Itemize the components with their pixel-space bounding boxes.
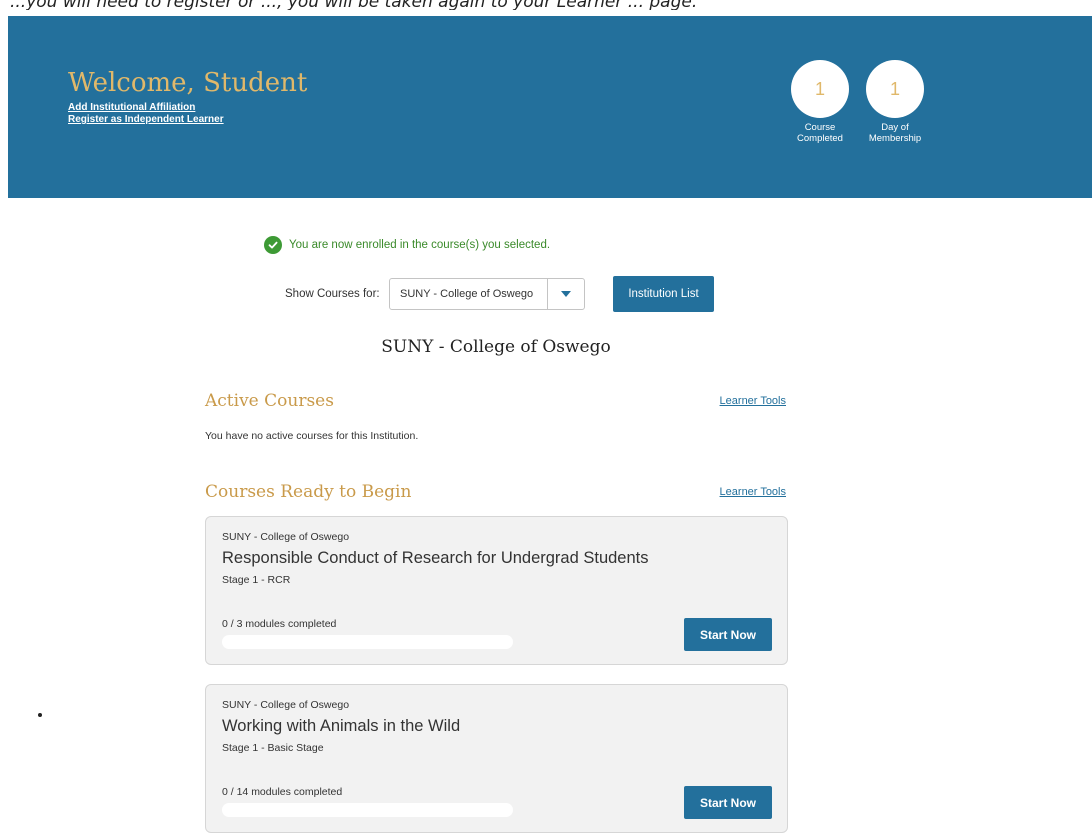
course-progress-bar bbox=[222, 635, 513, 649]
course-card: SUNY - College of Oswego Responsible Con… bbox=[205, 516, 788, 665]
no-active-courses-message: You have no active courses for this Inst… bbox=[205, 430, 419, 442]
days-membership-stat: 1 Day of Membership bbox=[863, 60, 927, 144]
institution-select-value: SUNY - College of Oswego bbox=[400, 288, 534, 300]
course-stage: Stage 1 - Basic Stage bbox=[222, 742, 324, 754]
active-courses-title: Active Courses bbox=[205, 391, 334, 411]
institution-select[interactable]: SUNY - College of Oswego bbox=[389, 278, 585, 310]
course-progress-text: 0 / 14 modules completed bbox=[222, 786, 343, 798]
courses-completed-label: Course Completed bbox=[797, 122, 843, 144]
enrollment-notice-text: You are now enrolled in the course(s) yo… bbox=[289, 239, 551, 251]
ready-learner-tools-link[interactable]: Learner Tools bbox=[720, 486, 786, 498]
course-progress-text: 0 / 3 modules completed bbox=[222, 618, 337, 630]
course-stage: Stage 1 - RCR bbox=[222, 574, 291, 586]
course-title: Responsible Conduct of Research for Unde… bbox=[222, 549, 649, 567]
courses-completed-stat: 1 Course Completed bbox=[788, 60, 852, 144]
welcome-header: Welcome, Student Add Institutional Affil… bbox=[8, 16, 1092, 198]
check-circle-icon bbox=[264, 236, 282, 254]
course-institution: SUNY - College of Oswego bbox=[222, 531, 350, 543]
courses-completed-count: 1 bbox=[791, 60, 849, 118]
show-courses-label: Show Courses for: bbox=[285, 288, 380, 300]
stray-dot bbox=[38, 713, 42, 717]
start-now-button[interactable]: Start Now bbox=[684, 786, 772, 819]
courses-ready-title: Courses Ready to Begin bbox=[205, 482, 412, 502]
start-now-button[interactable]: Start Now bbox=[684, 618, 772, 651]
top-note-text: ...you will need to register or ..., you… bbox=[10, 0, 698, 10]
chevron-down-icon[interactable] bbox=[547, 279, 584, 309]
days-membership-count: 1 bbox=[866, 60, 924, 118]
course-institution: SUNY - College of Oswego bbox=[222, 699, 350, 711]
days-membership-label: Day of Membership bbox=[868, 122, 922, 144]
welcome-title: Welcome, Student bbox=[68, 68, 308, 98]
institution-title: SUNY - College of Oswego bbox=[381, 337, 611, 357]
institution-list-button[interactable]: Institution List bbox=[613, 276, 714, 312]
register-independent-learner-link[interactable]: Register as Independent Learner bbox=[68, 114, 224, 125]
active-learner-tools-link[interactable]: Learner Tools bbox=[720, 395, 786, 407]
enrollment-notice: You are now enrolled in the course(s) yo… bbox=[264, 236, 550, 254]
add-institutional-affiliation-link[interactable]: Add Institutional Affiliation bbox=[68, 102, 195, 113]
course-progress-bar bbox=[222, 803, 513, 817]
course-title: Working with Animals in the Wild bbox=[222, 717, 461, 735]
course-card: SUNY - College of Oswego Working with An… bbox=[205, 684, 788, 833]
